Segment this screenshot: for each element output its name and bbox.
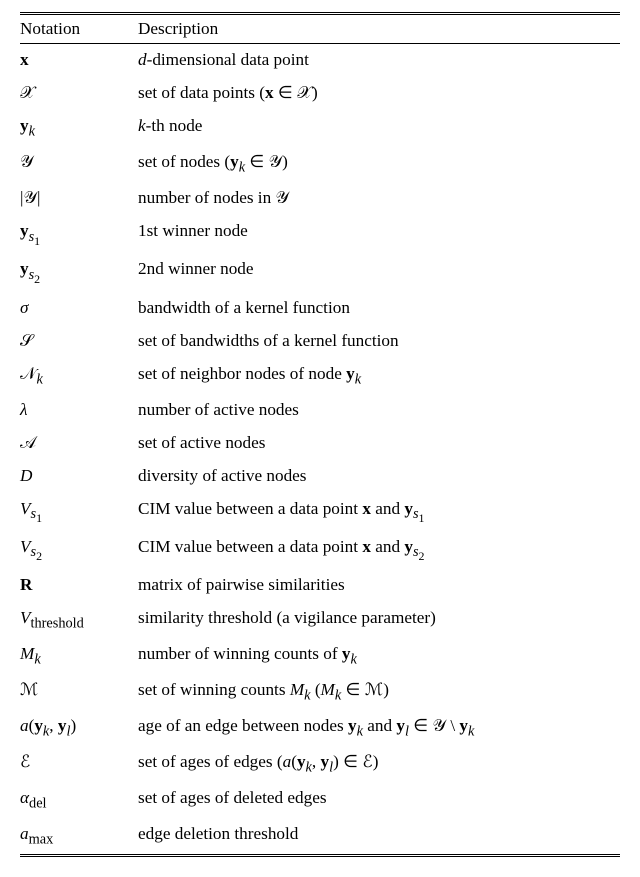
- table-body: xd-dimensional data point𝒳set of data po…: [20, 44, 620, 856]
- table-row: 𝒜set of active nodes: [20, 427, 620, 460]
- notation-cell: |𝒴|: [20, 182, 138, 215]
- table-row: Vs2CIM value between a data point x and …: [20, 531, 620, 569]
- notation-cell: αdel: [20, 782, 138, 818]
- description-cell: set of ages of edges (a(yk, yl) ∈ ℰ): [138, 746, 620, 782]
- notation-cell: 𝒜: [20, 427, 138, 460]
- table-row: a(yk, yl)age of an edge between nodes yk…: [20, 710, 620, 746]
- table-row: ys22nd winner node: [20, 253, 620, 291]
- description-cell: d-dimensional data point: [138, 44, 620, 78]
- notation-cell: 𝒴: [20, 146, 138, 182]
- table-row: 𝒳set of data points (x ∈ 𝒳): [20, 77, 620, 110]
- table-row: Ddiversity of active nodes: [20, 460, 620, 493]
- table-row: amaxedge deletion threshold: [20, 818, 620, 856]
- description-cell: CIM value between a data point x and ys1: [138, 493, 620, 531]
- description-cell: number of nodes in 𝒴: [138, 182, 620, 215]
- table-row: λnumber of active nodes: [20, 394, 620, 427]
- header-notation: Notation: [20, 14, 138, 44]
- description-cell: similarity threshold (a vigilance parame…: [138, 602, 620, 638]
- description-cell: set of bandwidths of a kernel function: [138, 325, 620, 358]
- table-row: Vs1CIM value between a data point x and …: [20, 493, 620, 531]
- notation-cell: ℰ: [20, 746, 138, 782]
- notation-cell: σ: [20, 291, 138, 324]
- description-cell: age of an edge between nodes yk and yl ∈…: [138, 710, 620, 746]
- notation-cell: 𝒮: [20, 325, 138, 358]
- notation-cell: ys2: [20, 253, 138, 291]
- description-cell: set of data points (x ∈ 𝒳): [138, 77, 620, 110]
- description-cell: number of winning counts of yk: [138, 638, 620, 674]
- table-row: 𝒴set of nodes (yk ∈ 𝒴): [20, 146, 620, 182]
- table-row: αdelset of ages of deleted edges: [20, 782, 620, 818]
- description-cell: set of active nodes: [138, 427, 620, 460]
- table-row: 𝒩kset of neighbor nodes of node yk: [20, 358, 620, 394]
- table-row: ℳset of winning counts Mk (Mk ∈ ℳ): [20, 674, 620, 710]
- description-cell: 2nd winner node: [138, 253, 620, 291]
- description-cell: number of active nodes: [138, 394, 620, 427]
- description-cell: set of nodes (yk ∈ 𝒴): [138, 146, 620, 182]
- description-cell: set of neighbor nodes of node yk: [138, 358, 620, 394]
- description-cell: bandwidth of a kernel function: [138, 291, 620, 324]
- notation-cell: R: [20, 569, 138, 602]
- notation-cell: ys1: [20, 215, 138, 253]
- table-header-row: Notation Description: [20, 14, 620, 44]
- notation-cell: 𝒩k: [20, 358, 138, 394]
- notation-cell: amax: [20, 818, 138, 856]
- notation-cell: Vs2: [20, 531, 138, 569]
- notation-cell: x: [20, 44, 138, 78]
- notation-cell: yk: [20, 110, 138, 146]
- description-cell: k-th node: [138, 110, 620, 146]
- table-row: 𝒮set of bandwidths of a kernel function: [20, 325, 620, 358]
- table-row: Vthresholdsimilarity threshold (a vigila…: [20, 602, 620, 638]
- notation-cell: 𝒳: [20, 77, 138, 110]
- table-row: ℰset of ages of edges (a(yk, yl) ∈ ℰ): [20, 746, 620, 782]
- notation-cell: a(yk, yl): [20, 710, 138, 746]
- description-cell: set of winning counts Mk (Mk ∈ ℳ): [138, 674, 620, 710]
- notation-cell: λ: [20, 394, 138, 427]
- description-cell: edge deletion threshold: [138, 818, 620, 856]
- description-cell: matrix of pairwise similarities: [138, 569, 620, 602]
- table-row: |𝒴|number of nodes in 𝒴: [20, 182, 620, 215]
- description-cell: CIM value between a data point x and ys2: [138, 531, 620, 569]
- description-cell: 1st winner node: [138, 215, 620, 253]
- table-row: Mknumber of winning counts of yk: [20, 638, 620, 674]
- header-description: Description: [138, 14, 620, 44]
- notation-cell: Vthreshold: [20, 602, 138, 638]
- description-cell: set of ages of deleted edges: [138, 782, 620, 818]
- notation-cell: ℳ: [20, 674, 138, 710]
- table-row: ys11st winner node: [20, 215, 620, 253]
- notation-cell: Vs1: [20, 493, 138, 531]
- table-row: xd-dimensional data point: [20, 44, 620, 78]
- table-row: Rmatrix of pairwise similarities: [20, 569, 620, 602]
- table-row: ykk-th node: [20, 110, 620, 146]
- description-cell: diversity of active nodes: [138, 460, 620, 493]
- notation-cell: Mk: [20, 638, 138, 674]
- notation-table: Notation Description xd-dimensional data…: [20, 12, 620, 857]
- notation-cell: D: [20, 460, 138, 493]
- table-row: σbandwidth of a kernel function: [20, 291, 620, 324]
